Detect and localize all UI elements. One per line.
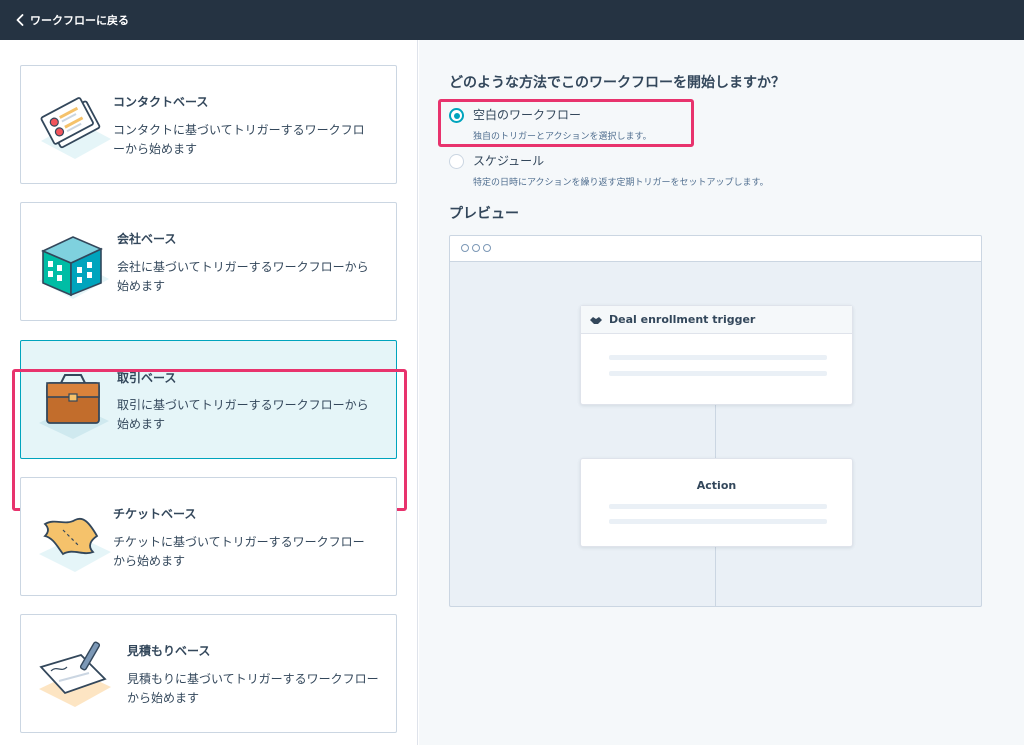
- card-description: 見積もりに基づいてトリガーするワークフローから始めます: [127, 672, 379, 705]
- card-title: チケットベース: [113, 507, 197, 521]
- connector-line: [715, 404, 716, 458]
- radio-button-checked[interactable]: [449, 108, 464, 123]
- card-title: 取引ベース: [117, 371, 177, 385]
- chevron-left-icon: [16, 14, 24, 26]
- ticket-icon: [39, 517, 111, 572]
- option-label: 空白のワークフロー: [473, 108, 582, 122]
- placeholder-line: [609, 371, 827, 376]
- option-blank-workflow[interactable]: 空白のワークフロー 独自のトリガーとアクションを選択します。: [449, 107, 652, 142]
- placeholder-line: [609, 504, 827, 509]
- card-description: 取引に基づいてトリガーするワークフローから始めます: [117, 398, 369, 431]
- card-description: チケットに基づいてトリガーするワークフローから始めます: [113, 535, 365, 568]
- trigger-node: Deal enrollment trigger: [580, 305, 853, 405]
- deal-briefcase-icon: [39, 374, 109, 439]
- card-title: 会社ベース: [117, 232, 177, 246]
- connector-line: [715, 546, 716, 606]
- preview-heading: プレビュー: [449, 206, 519, 222]
- card-deal-based[interactable]: 取引ベース 取引に基づいてトリガーするワークフローから始めます: [20, 340, 397, 459]
- top-bar: ワークフローに戻る: [0, 0, 1024, 40]
- option-help-text: 独自のトリガーとアクションを選択します。: [473, 132, 652, 142]
- card-title: コンタクトベース: [113, 95, 209, 109]
- window-dot-icon: [461, 244, 469, 252]
- radio-button[interactable]: [449, 154, 464, 169]
- card-company-based[interactable]: 会社ベース 会社に基づいてトリガーするワークフローから始めます: [20, 202, 397, 321]
- contact-cards-icon: [40, 97, 111, 159]
- card-contact-based[interactable]: コンタクトベース コンタクトに基づいてトリガーするワークフローから始めます: [20, 65, 397, 184]
- action-node: Action: [580, 458, 853, 547]
- start-options-panel: どのような方法でこのワークフローを開始しますか？ 空白のワークフロー 独自のトリ…: [419, 40, 1024, 745]
- quote-document-icon: [39, 641, 111, 707]
- start-method-question: どのような方法でこのワークフローを開始しますか？: [449, 75, 785, 91]
- window-dot-icon: [483, 244, 491, 252]
- workflow-type-list: コンタクトベース コンタクトに基づいてトリガーするワークフローから始めます 会社…: [0, 40, 418, 745]
- card-title: 見積もりベース: [127, 644, 211, 658]
- workflow-preview-window: Deal enrollment trigger Action: [449, 235, 982, 607]
- trigger-node-title: Deal enrollment trigger: [609, 313, 756, 326]
- card-quote-based[interactable]: 見積もりベース 見積もりに基づいてトリガーするワークフローから始めます: [20, 614, 397, 733]
- placeholder-line: [609, 519, 827, 524]
- window-dot-icon: [472, 244, 480, 252]
- card-description: 会社に基づいてトリガーするワークフローから始めます: [117, 260, 369, 293]
- card-description: コンタクトに基づいてトリガーするワークフローから始めます: [113, 123, 365, 156]
- company-building-icon: [39, 236, 109, 299]
- option-label: スケジュール: [473, 154, 545, 168]
- placeholder-line: [609, 355, 827, 360]
- option-schedule[interactable]: スケジュール 特定の日時にアクションを繰り返す定期トリガーをセットアップします。: [449, 153, 769, 188]
- preview-window-bar: [450, 236, 981, 262]
- back-to-workflows-link[interactable]: ワークフローに戻る: [16, 12, 129, 28]
- handshake-icon: [590, 316, 602, 324]
- back-link-label: ワークフローに戻る: [30, 14, 129, 27]
- card-ticket-based[interactable]: チケットベース チケットに基づいてトリガーするワークフローから始めます: [20, 477, 397, 596]
- option-help-text: 特定の日時にアクションを繰り返す定期トリガーをセットアップします。: [473, 178, 769, 188]
- action-node-title: Action: [696, 479, 737, 492]
